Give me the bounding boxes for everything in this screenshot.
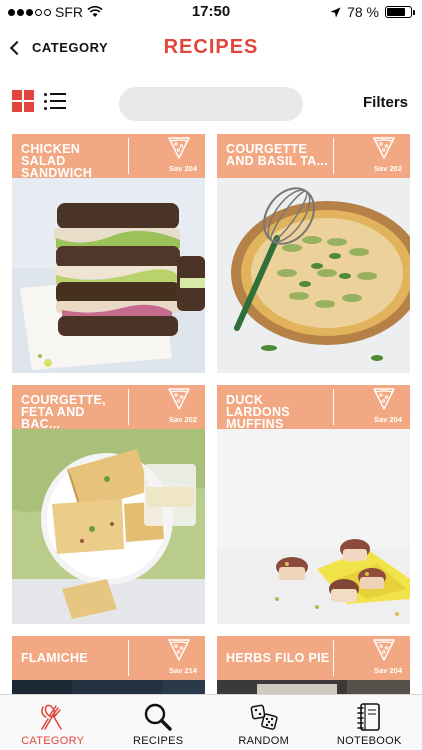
location-arrow-icon bbox=[330, 7, 341, 17]
recipe-card[interactable]: FLAMICHE Sav 214 bbox=[12, 636, 205, 694]
status-right: 78 % bbox=[330, 4, 415, 20]
recipe-card-header: COURGETTE AND BASIL TA... Sav 202 bbox=[217, 134, 410, 178]
divider bbox=[333, 640, 334, 676]
tab-label: CATEGORY bbox=[21, 735, 85, 747]
pizza-slice-icon bbox=[373, 388, 395, 410]
tab-label: NOTEBOOK bbox=[336, 735, 402, 747]
muffins-photo bbox=[217, 429, 410, 624]
recipe-title: HERBS FILO PIE bbox=[226, 651, 330, 665]
recipe-card[interactable]: COURGETTE, FETA AND BAC... Sav 202 bbox=[12, 385, 205, 624]
battery-level bbox=[387, 8, 405, 16]
status-bar: SFR 17:50 78 % bbox=[0, 0, 422, 24]
recipe-card-header: CHICKEN SALAD SANDWICH Sav 204 bbox=[12, 134, 205, 180]
recipe-card-header: DUCK LARDONS MUFFINS Sav 204 bbox=[217, 385, 410, 431]
tab-notebook[interactable]: NOTEBOOK bbox=[317, 695, 422, 750]
tab-recipes[interactable]: RECIPES bbox=[106, 695, 212, 750]
list-view-button[interactable] bbox=[44, 91, 66, 111]
sandwich-photo bbox=[12, 178, 205, 373]
search-input[interactable] bbox=[131, 96, 312, 112]
page-title: RECIPES bbox=[163, 36, 259, 58]
recipe-card[interactable]: CHICKEN SALAD SANDWICH Sav 204 bbox=[12, 134, 205, 373]
recipe-card-header: HERBS FILO PIE Sav 204 bbox=[217, 636, 410, 680]
recipe-card[interactable]: HERBS FILO PIE Sav 204 bbox=[217, 636, 410, 694]
recipe-card-header: FLAMICHE Sav 214 bbox=[12, 636, 205, 680]
filo-pie-photo bbox=[217, 680, 410, 694]
toolbar: Filters bbox=[0, 84, 422, 124]
recipe-code: Sav 202 bbox=[374, 164, 402, 173]
recipe-title: COURGETTE, FETA AND BAC... bbox=[21, 393, 106, 431]
tab-category[interactable]: CATEGORY bbox=[0, 695, 106, 750]
recipe-title: FLAMICHE bbox=[21, 651, 88, 665]
filters-button[interactable]: Filters bbox=[363, 94, 408, 111]
divider bbox=[128, 640, 129, 676]
recipe-code: Sav 204 bbox=[169, 164, 197, 173]
frittata-photo bbox=[12, 429, 205, 624]
tab-bar: CATEGORY RECIPES RANDOM NOTEBOOK bbox=[0, 694, 422, 750]
recipe-card-header: COURGETTE, FETA AND BAC... Sav 202 bbox=[12, 385, 205, 431]
pizza-slice-icon bbox=[168, 388, 190, 410]
tab-label: RECIPES bbox=[133, 735, 184, 747]
tab-random[interactable]: RANDOM bbox=[211, 695, 317, 750]
pizza-slice-icon bbox=[168, 639, 190, 661]
tart-photo bbox=[217, 178, 410, 373]
divider bbox=[128, 389, 129, 425]
recipe-code: Sav 202 bbox=[169, 415, 197, 424]
recipe-title: COURGETTE AND BASIL TA... bbox=[226, 142, 328, 168]
search-box[interactable] bbox=[119, 87, 312, 121]
recipe-code: Sav 204 bbox=[374, 415, 402, 424]
grid-view-button[interactable] bbox=[12, 90, 34, 112]
recipe-code: Sav 214 bbox=[169, 666, 197, 675]
kitchen-utensils-icon bbox=[41, 704, 62, 730]
pizza-slice-icon bbox=[373, 137, 395, 159]
flamiche-photo bbox=[12, 680, 205, 694]
dice-icon bbox=[250, 704, 278, 730]
recipe-card[interactable]: DUCK LARDONS MUFFINS Sav 204 bbox=[217, 385, 410, 624]
divider bbox=[333, 389, 334, 425]
recipe-card[interactable]: COURGETTE AND BASIL TA... Sav 202 bbox=[217, 134, 410, 373]
battery-percent: 78 % bbox=[347, 4, 379, 20]
pizza-slice-icon bbox=[373, 639, 395, 661]
grid-view-icon bbox=[12, 90, 22, 100]
recipe-code: Sav 204 bbox=[374, 666, 402, 675]
notebook-icon bbox=[357, 703, 381, 731]
list-view-icon bbox=[44, 91, 66, 111]
divider bbox=[333, 138, 334, 174]
battery-icon bbox=[385, 6, 415, 18]
navigation-bar: CATEGORY RECIPES bbox=[0, 28, 422, 72]
tab-label: RANDOM bbox=[238, 735, 290, 747]
pizza-slice-icon bbox=[168, 137, 190, 159]
recipe-title: CHICKEN SALAD SANDWICH bbox=[21, 142, 93, 180]
divider bbox=[128, 138, 129, 174]
magnifier-icon bbox=[145, 703, 172, 731]
recipe-title: DUCK LARDONS MUFFINS bbox=[226, 393, 290, 431]
